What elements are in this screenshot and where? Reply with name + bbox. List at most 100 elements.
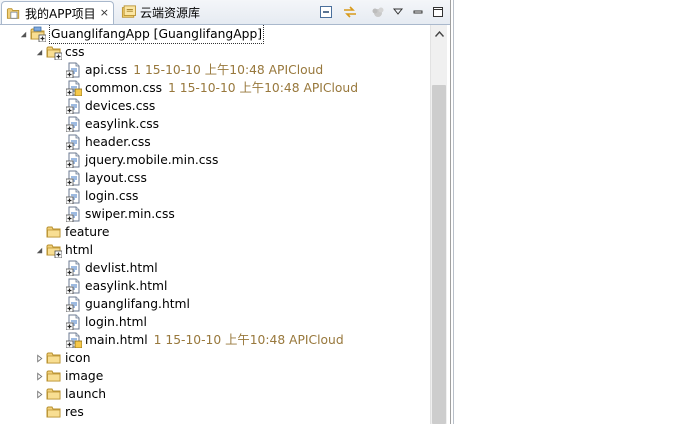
file-name: layout.css: [85, 171, 147, 185]
cloud-library-icon: [121, 5, 136, 18]
tree-item-file[interactable]: layout.css: [66, 169, 147, 187]
project-icon: [30, 26, 46, 42]
file-name: guanglifang.html: [85, 297, 190, 311]
vertical-scrollbar[interactable]: [430, 25, 447, 424]
expand-toggle[interactable]: [34, 389, 44, 399]
tree-item-file[interactable]: common.css 1 15-10-10 上午10:48 APICloud: [66, 79, 358, 97]
file-name: devlist.html: [85, 261, 158, 275]
tree-item-file[interactable]: guanglifang.html: [66, 295, 190, 313]
folder-icon: [46, 242, 62, 258]
tree-item-file[interactable]: jquery.mobile.min.css: [66, 151, 218, 169]
view-menu-icon: [392, 8, 404, 15]
tab-label: 云端资源库: [140, 5, 201, 20]
file-name: common.css: [85, 81, 163, 95]
maximize-icon: [433, 7, 443, 17]
view-toolbar: [318, 3, 446, 21]
tree-item-file[interactable]: main.html 1 15-10-10 上午10:48 APICloud: [66, 331, 344, 349]
folder-icon: [46, 350, 62, 366]
tab-cloud-library[interactable]: 云端资源库: [117, 1, 232, 23]
folder-icon: [46, 224, 62, 240]
tree-item-file[interactable]: devlist.html: [66, 259, 158, 277]
file-name: header.css: [85, 135, 151, 149]
tree-item-file[interactable]: devices.css: [66, 97, 155, 115]
scroll-thumb[interactable]: [432, 85, 446, 424]
tree-item-folder-image[interactable]: image: [34, 367, 103, 385]
tree-item-file[interactable]: api.css 1 15-10-10 上午10:48 APICloud: [66, 61, 323, 79]
tab-label: 我的APP项目: [25, 6, 96, 21]
tree-item-label: GuanglifangApp [GuanglifangApp]: [49, 25, 265, 44]
tree-item-label: res: [65, 405, 84, 419]
html-file-icon: [66, 296, 82, 312]
view-menu-button[interactable]: [390, 4, 406, 20]
tree-item-folder-res[interactable]: res: [46, 403, 84, 421]
css-file-icon: [66, 152, 82, 168]
tree-item-label: icon: [65, 351, 91, 365]
file-name: main.html: [85, 333, 148, 347]
tree-item-file[interactable]: easylink.css: [66, 115, 159, 133]
editor-area: [451, 0, 697, 424]
file-decoration: 1 15-10-10 上午10:48 APICloud: [133, 63, 324, 77]
view-tab-bar: 我的APP项目 × 云端资源库: [0, 0, 450, 25]
minimize-icon: [413, 10, 423, 14]
tree-item-label: css: [65, 45, 85, 59]
file-name: api.css: [85, 63, 128, 77]
tree-item-file[interactable]: login.css: [66, 187, 138, 205]
file-decoration: 1 15-10-10 上午10:48 APICloud: [153, 333, 344, 347]
html-file-icon: [66, 314, 82, 330]
css-file-icon: [66, 98, 82, 114]
file-decoration: 1 15-10-10 上午10:48 APICloud: [168, 81, 359, 95]
folder-icon: [46, 404, 62, 420]
tree-item-label: image: [65, 369, 104, 383]
file-name: login.html: [85, 315, 147, 329]
css-file-icon: [66, 62, 82, 78]
css-file-icon: [66, 116, 82, 132]
tree-item-file[interactable]: login.html: [66, 313, 147, 331]
link-with-editor-button[interactable]: [342, 4, 358, 20]
tree-item-file[interactable]: swiper.min.css: [66, 205, 175, 223]
file-name: devices.css: [85, 99, 156, 113]
folder-icon: [46, 44, 62, 60]
expand-toggle[interactable]: [34, 47, 44, 57]
file-name: easylink.html: [85, 279, 168, 293]
folder-icon: [46, 368, 62, 384]
tree-item-label: html: [65, 243, 94, 257]
tree-item-folder-icon[interactable]: icon: [34, 349, 91, 367]
expand-toggle[interactable]: [34, 371, 44, 381]
tree-item-folder-feature[interactable]: feature: [46, 223, 109, 241]
file-name: jquery.mobile.min.css: [85, 153, 219, 167]
chevron-up-icon: [434, 30, 444, 37]
project-explorer-panel: 我的APP项目 × 云端资源库 GuanglifangApp [Guanglif…: [0, 0, 451, 424]
tree-item-label: launch: [65, 387, 107, 401]
tree-item-file[interactable]: header.css: [66, 133, 151, 151]
tree-item-folder-html[interactable]: html: [34, 241, 93, 259]
expand-toggle[interactable]: [18, 29, 28, 39]
css-file-icon: [66, 134, 82, 150]
html-file-modified-icon: [66, 332, 82, 348]
tree-item-folder-launch[interactable]: launch: [34, 385, 106, 403]
collapse-all-button[interactable]: [318, 4, 334, 20]
tab-my-app-projects[interactable]: 我的APP项目 ×: [1, 1, 114, 24]
css-file-icon: [66, 170, 82, 186]
collapse-all-icon: [320, 6, 332, 18]
folder-icon: [46, 386, 62, 402]
tree-item-file[interactable]: easylink.html: [66, 277, 167, 295]
html-file-icon: [66, 260, 82, 276]
tree-item-project[interactable]: GuanglifangApp [GuanglifangApp]: [18, 25, 265, 44]
tree-item-folder-css[interactable]: css: [34, 43, 85, 61]
link-with-editor-icon: [344, 6, 356, 18]
file-name: easylink.css: [85, 117, 160, 131]
cloud-sync-button[interactable]: [370, 4, 386, 20]
scroll-up-button[interactable]: [431, 25, 447, 42]
editor-border: [453, 0, 697, 424]
css-file-icon: [66, 206, 82, 222]
project-tree: GuanglifangApp [GuanglifangApp] css api.…: [0, 25, 430, 424]
close-icon[interactable]: ×: [100, 7, 109, 18]
cloud-sync-icon: [372, 7, 384, 17]
expand-toggle[interactable]: [34, 353, 44, 363]
css-file-modified-icon: [66, 80, 82, 96]
minimize-button[interactable]: [410, 4, 426, 20]
file-name: login.css: [85, 189, 139, 203]
maximize-button[interactable]: [430, 4, 446, 20]
expand-toggle[interactable]: [34, 245, 44, 255]
file-name: swiper.min.css: [85, 207, 175, 221]
